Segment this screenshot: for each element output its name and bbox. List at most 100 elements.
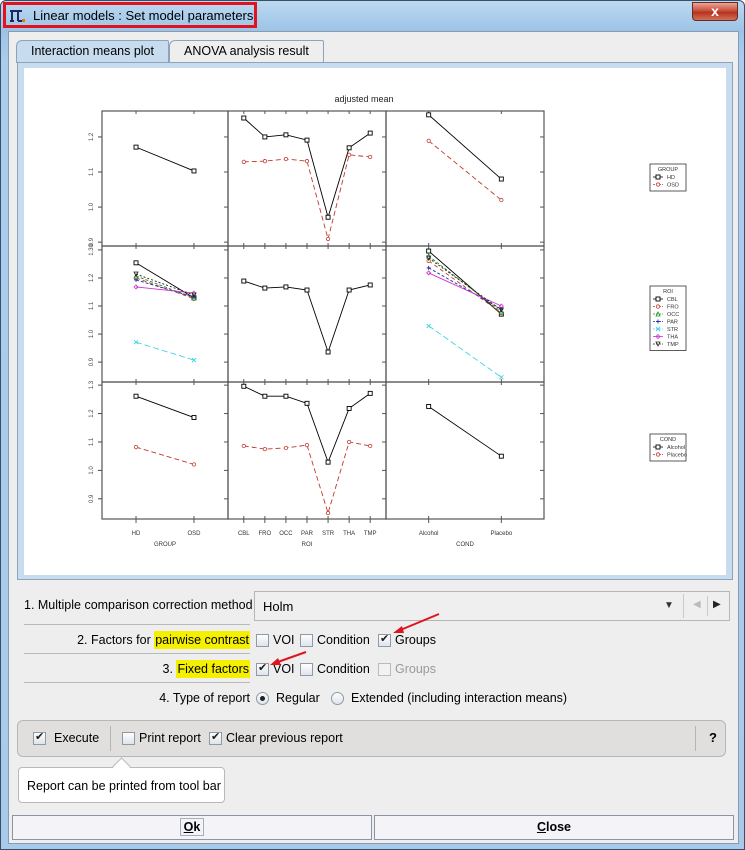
close-button[interactable]: Close: [374, 815, 734, 840]
panel-frame: [385, 110, 545, 247]
data-point-pooled: [304, 287, 310, 293]
fixed-groups-checkbox: [378, 663, 391, 676]
legend-marker: [655, 174, 661, 180]
data-point-placebo: [304, 442, 310, 448]
ok-button-label: Ok: [179, 818, 205, 836]
data-point-hd: [262, 134, 268, 140]
data-point-alcohol: [367, 390, 373, 396]
data-point-pooled: [325, 349, 331, 355]
panel-frame: [101, 245, 229, 383]
data-point-pooled: [283, 284, 289, 290]
tab-interaction-means-plot[interactable]: Interaction means plot: [16, 40, 169, 63]
legend-entry-label: Alcohol: [667, 445, 685, 451]
pairwise-voi-checkbox[interactable]: [256, 634, 269, 647]
y-tick-label: 1.30: [89, 243, 95, 255]
data-point-alcohol: [325, 459, 331, 465]
data-point-hd: [498, 176, 504, 182]
pairwise-condition-checkbox[interactable]: [300, 634, 313, 647]
clear-previous-checkbox[interactable]: [209, 730, 222, 745]
legend-title: ROI: [663, 289, 673, 295]
y-tick-label: 1.3: [89, 380, 95, 389]
data-point-alcohol: [304, 400, 310, 406]
data-point-placebo: [262, 446, 267, 452]
data-point-osd: [499, 197, 504, 203]
pairwise-groups-checkbox[interactable]: [378, 632, 391, 647]
x-axis-label: COND: [456, 542, 474, 548]
fixed-condition-checkbox[interactable]: [300, 663, 313, 676]
pairwise-condition-label: Condition: [317, 633, 370, 647]
series-line-pooled: [135, 146, 195, 172]
window-close-button[interactable]: x: [692, 2, 738, 21]
fixed-condition-label: Condition: [317, 662, 370, 676]
y-tick-label: 1.0: [89, 466, 95, 475]
report-toolbar: Execute Print report Clear previous repo…: [17, 720, 726, 757]
data-point-hd: [304, 137, 310, 143]
series-line-cbl: [428, 250, 502, 315]
execute-checkbox[interactable]: [33, 730, 46, 745]
data-point-str: [426, 323, 431, 329]
y-tick-label: 1.0: [89, 202, 95, 211]
print-report-tooltip: Report can be printed from tool bar: [18, 767, 225, 803]
data-point-cbl: [426, 248, 432, 254]
title-bar[interactable]: Linear models : Set model parameters x: [1, 1, 744, 31]
tab-panel: adjusted mean 0.9 1.0 1.1 1.2 GROUP HD OSD 0.9 1.…: [17, 62, 733, 580]
plot-area: adjusted mean 0.9 1.0 1.1 1.2 GROUP HD OSD 0.9 1.…: [24, 68, 726, 575]
close-icon: x: [711, 3, 719, 19]
data-point-hd: [241, 115, 247, 121]
data-point-pooled: [346, 287, 352, 293]
data-point-par: [426, 265, 431, 270]
ok-button[interactable]: Ok: [12, 815, 372, 840]
fixed-voi-checkbox[interactable]: [256, 661, 269, 676]
legend-entry-label: STR: [667, 327, 678, 333]
x-tick-label: OCC: [279, 531, 293, 537]
tab-anova-analysis-result[interactable]: ANOVA analysis result: [169, 40, 324, 62]
print-report-label: Print report: [139, 731, 201, 745]
data-point-osd: [262, 159, 267, 164]
y-tick-label: 0.9: [89, 357, 95, 366]
legend-entry-label: OSD: [667, 183, 679, 189]
dropdown-arrow-icon[interactable]: ▼: [664, 600, 674, 611]
dialog-window: Linear models : Set model parameters x I…: [0, 0, 745, 850]
data-point-hd: [283, 132, 289, 138]
x-tick-label: Placebo: [490, 531, 512, 537]
panel-frame: [227, 245, 387, 383]
legend-entry-label: PAR: [667, 320, 678, 326]
x-tick-label: FRO: [259, 531, 272, 537]
print-report-checkbox[interactable]: [122, 732, 135, 745]
x-tick-label: CBL: [238, 531, 250, 537]
series-line-hd: [243, 117, 371, 219]
series-line-par: [135, 279, 195, 298]
help-button[interactable]: ?: [709, 730, 717, 745]
data-point-pooled: [262, 285, 268, 291]
divider: [683, 594, 684, 618]
data-point-str: [499, 374, 504, 380]
dialog-content: Interaction means plot ANOVA analysis re…: [8, 31, 739, 844]
previous-arrow-icon[interactable]: ◀: [693, 599, 701, 610]
report-extended-radio[interactable]: [331, 692, 344, 705]
legend-entry-label: TMP: [667, 342, 679, 348]
data-point-placebo: [191, 462, 197, 467]
data-point-alcohol: [283, 393, 289, 399]
fixed-label-prefix: 3.: [162, 662, 177, 676]
legend-entry-label: CBL: [667, 297, 678, 303]
x-tick-label: HD: [132, 531, 141, 537]
x-axis-label: GROUP: [154, 542, 176, 548]
report-regular-radio[interactable]: [256, 692, 269, 705]
data-point-osd: [368, 154, 373, 160]
legend-marker: [655, 304, 661, 309]
x-tick-label: TMP: [364, 531, 377, 537]
x-tick-label: STR: [322, 531, 335, 537]
pairwise-voi-label: VOI: [273, 633, 295, 647]
correction-method-select[interactable]: Holm ▼ ◀ ▶: [254, 591, 730, 621]
interaction-means-chart: adjusted mean 0.9 1.0 1.1 1.2 GROUP HD OSD 0.9 1.…: [89, 94, 687, 548]
execute-label: Execute: [54, 731, 100, 745]
legend-box: [649, 285, 687, 351]
tooltip-text: Report can be printed from tool bar: [27, 779, 221, 793]
y-tick-label: 1.2: [89, 409, 95, 418]
next-arrow-icon[interactable]: ▶: [713, 599, 721, 610]
data-point-osd: [325, 236, 331, 242]
data-point-pooled: [133, 144, 139, 150]
legend-entry-label: OCC: [667, 312, 679, 318]
series-line-placebo: [243, 441, 371, 515]
fixed-voi-label: VOI: [273, 662, 295, 676]
